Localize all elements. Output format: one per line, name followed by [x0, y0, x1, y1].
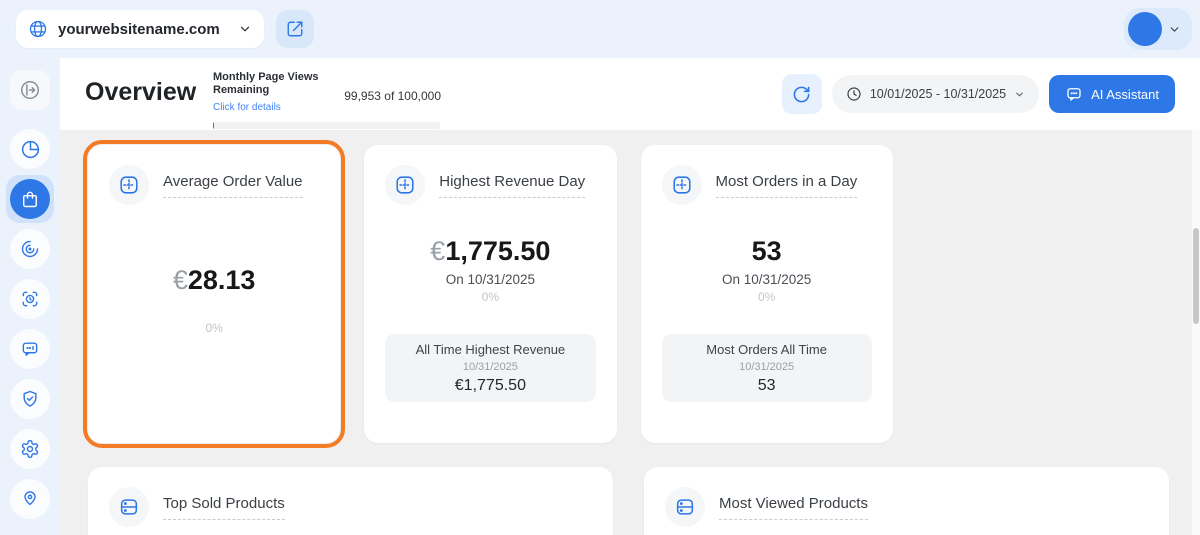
card-most-orders-day[interactable]: Most Orders in a Day 53 On 10/31/2025 0%… — [641, 145, 893, 443]
location-pin-icon — [20, 489, 40, 509]
content-area: Average Order Value €28.13 0% — [60, 130, 1200, 535]
sidebar-item-analytics[interactable] — [10, 129, 50, 169]
empty-grid-cell — [917, 145, 1169, 443]
sidebar-item-security[interactable] — [10, 379, 50, 419]
chevron-down-icon — [238, 22, 252, 36]
header-controls: 10/01/2025 - 10/31/2025 AI Assistant — [782, 74, 1175, 114]
user-menu[interactable] — [1124, 8, 1192, 50]
stat-card-icon-circle — [385, 165, 425, 205]
currency-prefix: € — [173, 265, 188, 295]
chevron-down-icon — [1168, 23, 1181, 36]
card-value-date: On 10/31/2025 — [641, 272, 893, 287]
chat-icon — [20, 339, 40, 359]
widget-grid-icon — [671, 174, 693, 196]
card-change: 0% — [364, 290, 616, 304]
topbar: yourwebsitename.com — [0, 0, 1200, 58]
pie-chart-icon — [20, 139, 41, 160]
widget-grid-icon — [118, 174, 140, 196]
card-most-viewed-products[interactable]: Most Viewed Products — [644, 467, 1169, 535]
external-link-icon — [286, 20, 304, 38]
alltime-value: €1,775.50 — [391, 376, 589, 395]
ai-assistant-button[interactable]: AI Assistant — [1049, 75, 1175, 113]
card-value: €1,775.50 — [364, 235, 616, 267]
stat-cards-row: Average Order Value €28.13 0% — [88, 145, 1169, 443]
table-rows-icon — [674, 496, 696, 518]
avatar — [1128, 12, 1162, 46]
shield-check-icon — [20, 389, 40, 409]
card-title: Top Sold Products — [163, 495, 285, 520]
quota-progress-bar — [213, 122, 440, 129]
sidebar-item-feedback[interactable] — [10, 329, 50, 369]
card-title: Highest Revenue Day — [439, 173, 585, 198]
chevron-down-icon — [1014, 89, 1025, 100]
chat-bubble-icon — [1065, 85, 1083, 103]
alltime-value: 53 — [668, 376, 866, 395]
card-value: 53 — [641, 235, 893, 267]
card-value-date: On 10/31/2025 — [364, 272, 616, 287]
settings-gear-icon — [20, 439, 40, 459]
quota-label: Monthly Page Views Remaining — [213, 71, 337, 97]
swirl-icon — [20, 239, 40, 259]
main-area: Overview Monthly Page Views Remaining Cl… — [60, 58, 1200, 535]
website-name: yourwebsitename.com — [58, 21, 228, 38]
stat-card-icon-circle — [109, 165, 149, 205]
date-range-picker[interactable]: 10/01/2025 - 10/31/2025 — [832, 75, 1039, 113]
globe-icon — [28, 19, 48, 39]
table-card-icon-circle — [109, 487, 149, 527]
card-average-order-value[interactable]: Average Order Value €28.13 0% — [88, 145, 340, 443]
page-title: Overview — [85, 78, 196, 107]
quota-usage: 99,953 of 100,000 — [344, 89, 441, 103]
sidebar-item-ecommerce-circle — [10, 179, 50, 219]
refresh-icon — [792, 85, 811, 104]
scrollbar-track[interactable] — [1192, 130, 1200, 535]
clock-icon — [846, 86, 862, 102]
card-highest-revenue-day[interactable]: Highest Revenue Day €1,775.50 On 10/31/2… — [364, 145, 616, 443]
sidebar-item-behavior[interactable] — [10, 229, 50, 269]
alltime-date: 10/31/2025 — [391, 360, 589, 374]
card-alltime-box: All Time Highest Revenue 10/31/2025 €1,7… — [385, 334, 595, 402]
table-card-icon-circle — [665, 487, 705, 527]
sidebar — [0, 58, 60, 535]
shopping-bag-icon — [20, 189, 40, 209]
collapse-sidebar-icon — [19, 79, 41, 101]
alltime-title: All Time Highest Revenue — [391, 342, 589, 358]
widget-grid-icon — [394, 174, 416, 196]
quota-details-link[interactable]: Click for details — [213, 102, 281, 113]
refresh-button[interactable] — [782, 74, 822, 114]
card-alltime-box: Most Orders All Time 10/31/2025 53 — [662, 334, 872, 402]
table-rows-icon — [118, 496, 140, 518]
sidebar-item-collapse[interactable] — [10, 70, 50, 110]
date-range-value: 10/01/2025 - 10/31/2025 — [870, 87, 1006, 101]
pageviews-quota: Monthly Page Views Remaining Click for d… — [213, 71, 441, 129]
page-header: Overview Monthly Page Views Remaining Cl… — [60, 58, 1200, 130]
card-top-sold-products[interactable]: Top Sold Products — [88, 467, 613, 535]
card-title: Most Orders in a Day — [716, 173, 858, 198]
card-title: Most Viewed Products — [719, 495, 868, 520]
sidebar-item-geolocation[interactable] — [10, 479, 50, 519]
ai-assistant-label: AI Assistant — [1091, 87, 1159, 102]
product-cards-row: Top Sold Products — [88, 467, 1169, 535]
open-website-button[interactable] — [276, 10, 314, 48]
stat-card-icon-circle — [662, 165, 702, 205]
sidebar-item-ecommerce[interactable] — [6, 175, 54, 223]
scrollbar-thumb[interactable] — [1193, 228, 1199, 324]
sidebar-item-settings[interactable] — [10, 429, 50, 469]
card-change: 0% — [641, 290, 893, 304]
focus-scan-icon — [20, 289, 40, 309]
alltime-date: 10/31/2025 — [668, 360, 866, 374]
card-value: €28.13 — [88, 264, 340, 296]
sidebar-item-recordings[interactable] — [10, 279, 50, 319]
currency-prefix: € — [430, 236, 445, 266]
website-selector[interactable]: yourwebsitename.com — [16, 10, 264, 48]
card-title: Average Order Value — [163, 173, 303, 198]
alltime-title: Most Orders All Time — [668, 342, 866, 358]
card-change: 0% — [88, 321, 340, 335]
